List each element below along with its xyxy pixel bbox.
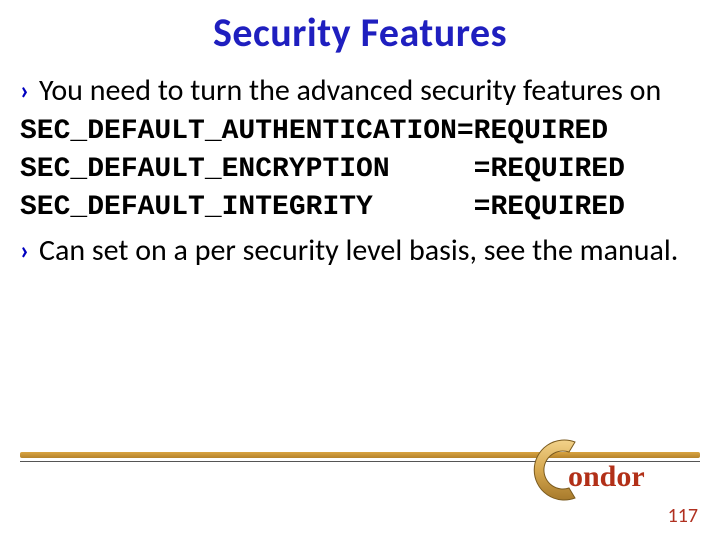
chevron-icon: › bbox=[20, 73, 29, 107]
page-title: Security Features bbox=[0, 0, 720, 57]
bullet-text: Can set on a per security level basis, s… bbox=[39, 233, 678, 269]
slide: Security Features › You need to turn the… bbox=[0, 0, 720, 540]
bullet-text: You need to turn the advanced security f… bbox=[39, 73, 661, 109]
config-block: SEC_DEFAULT_AUTHENTICATION=REQUIRED SEC_… bbox=[20, 113, 700, 227]
config-line: SEC_DEFAULT_INTEGRITY =REQUIRED bbox=[20, 192, 625, 223]
content-area: › You need to turn the advanced security… bbox=[0, 57, 720, 269]
bullet-item: › Can set on a per security level basis,… bbox=[20, 233, 700, 269]
logo-text: ondor bbox=[568, 460, 645, 493]
config-line: SEC_DEFAULT_AUTHENTICATION=REQUIRED bbox=[20, 116, 608, 147]
condor-logo: ondor bbox=[520, 430, 660, 510]
chevron-icon: › bbox=[20, 233, 29, 267]
page-number: 117 bbox=[668, 504, 698, 528]
config-line: SEC_DEFAULT_ENCRYPTION =REQUIRED bbox=[20, 154, 625, 185]
bullet-item: › You need to turn the advanced security… bbox=[20, 73, 700, 109]
